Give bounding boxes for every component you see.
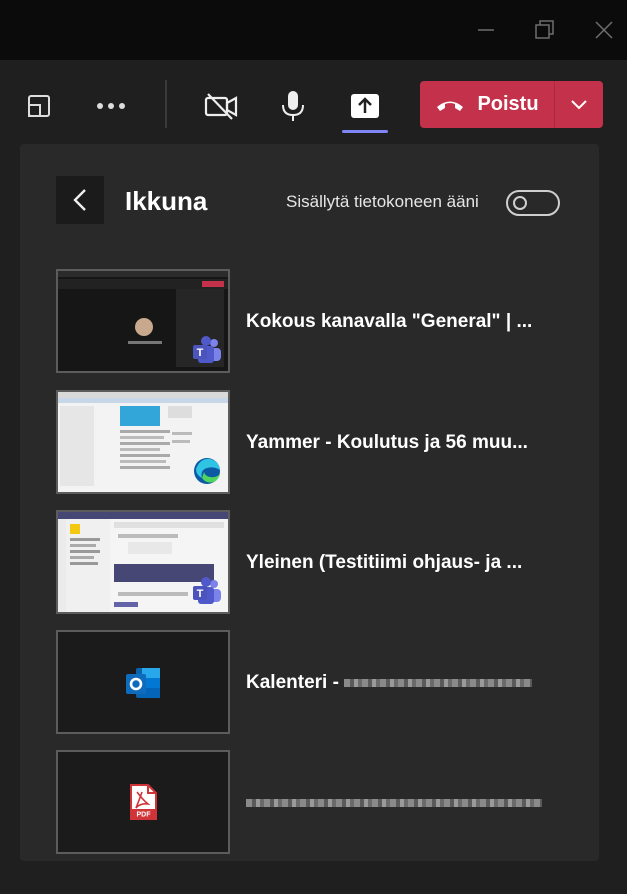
panel-title: Ikkuna [125,186,208,216]
window-title: Kokous kanavalla "General" | ... [246,311,533,332]
more-icon [97,103,125,109]
window-thumbnail [56,390,230,494]
include-audio-toggle[interactable] [506,190,560,216]
window-title [246,792,542,814]
window-item[interactable]: T Yleinen (Testitiimi ohjaus- ja ... [56,510,556,614]
leave-button-group: Poistu [420,81,603,128]
minimize-icon[interactable] [474,18,498,42]
back-button[interactable] [56,176,104,224]
share-tray-icon [351,94,379,118]
close-icon[interactable] [592,18,616,42]
window-thumbnail [56,630,230,734]
window-item[interactable]: Yammer - Koulutus ja 56 muu... [56,390,556,494]
leave-label: Poistu [477,93,539,115]
redacted-text [344,678,533,687]
svg-text:T: T [197,347,204,359]
svg-text:PDF: PDF [137,812,152,819]
svg-text:T: T [197,588,204,600]
popout-icon [28,95,50,117]
toolbar-divider [165,80,167,128]
popout-button[interactable] [21,88,57,124]
camera-button[interactable] [203,88,239,124]
hang-up-icon [437,101,464,111]
microphone-icon [282,91,304,121]
camera-off-icon [204,93,238,120]
title-bar [0,0,627,60]
teams-icon: T [193,336,221,363]
window-item[interactable]: Kalenteri - [56,630,556,734]
include-audio-label: Sisällytä tietokoneen ääni [286,192,479,211]
more-options-button[interactable] [93,88,129,124]
microphone-button[interactable] [275,88,311,124]
chevron-down-icon [571,99,587,109]
restore-icon[interactable] [533,18,557,42]
window-item[interactable]: PDF [56,750,556,854]
share-content-button[interactable] [347,88,383,124]
pdf-icon: PDF [130,784,157,820]
window-item[interactable]: T Kokous kanavalla "General" | ... [56,269,556,373]
share-active-indicator [342,130,388,133]
chevron-left-icon [73,189,86,211]
leave-options-button[interactable] [555,81,603,128]
window-thumbnail: T [56,269,230,373]
window-title: Kalenteri - [246,672,533,694]
window-title: Yammer - Koulutus ja 56 muu... [246,432,528,453]
edge-icon [194,458,220,484]
outlook-icon [126,668,160,698]
window-title-text: Kalenteri - [246,672,345,693]
window-title: Yleinen (Testitiimi ohjaus- ja ... [246,552,523,573]
leave-button[interactable]: Poistu [420,81,554,128]
redacted-text [246,798,542,807]
toggle-knob [513,196,527,210]
teams-icon: T [193,577,221,604]
window-thumbnail: T [56,510,230,614]
window-thumbnail: PDF [56,750,230,854]
